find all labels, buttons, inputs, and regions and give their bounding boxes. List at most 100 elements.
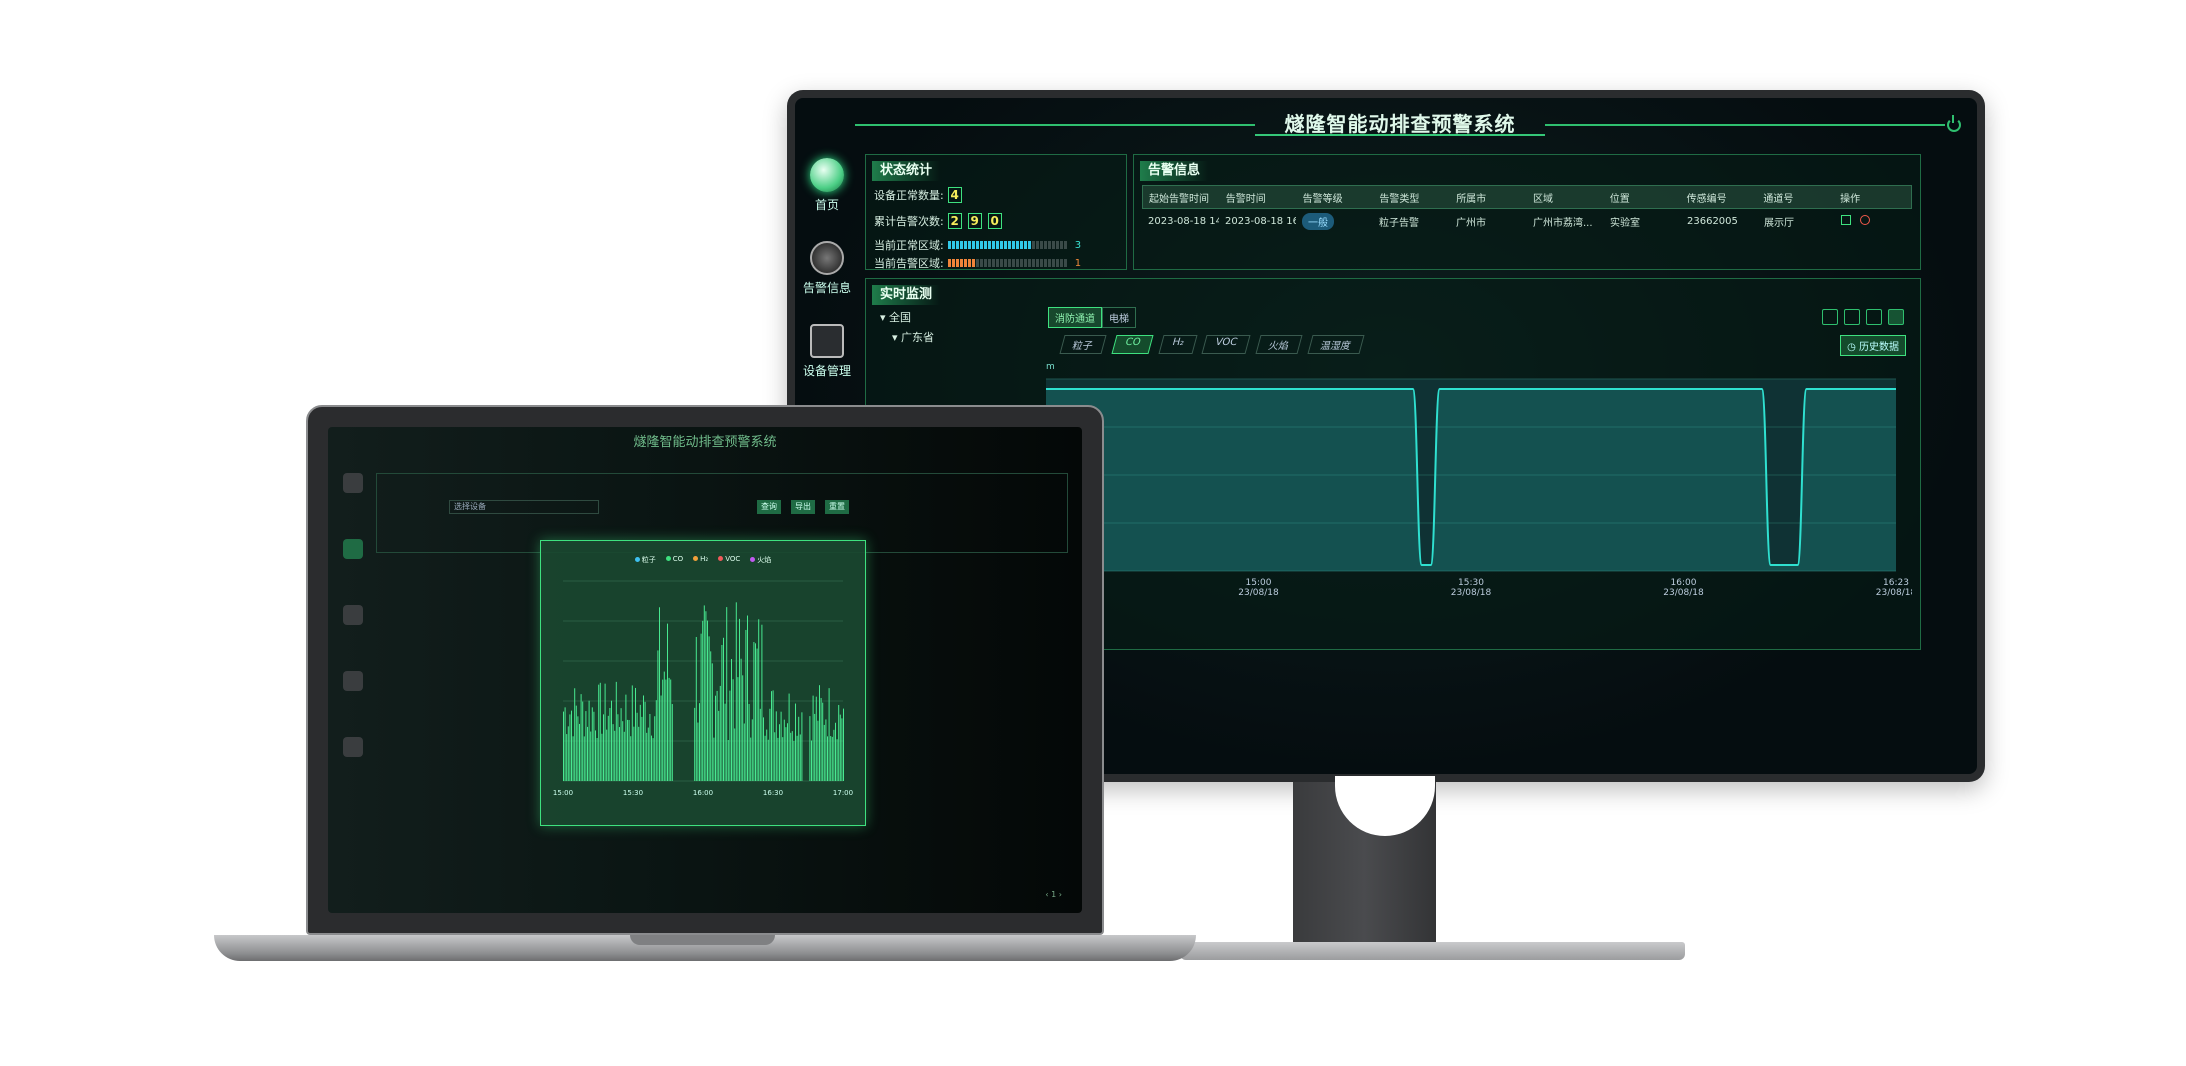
tree-node-province[interactable]: ▾ 广东省 [880, 329, 934, 345]
stat-label: 累计告警次数: [874, 215, 944, 228]
data-bar [611, 700, 612, 781]
legend-item[interactable]: VOC [718, 555, 740, 565]
data-bar [763, 717, 764, 781]
cell-location: 实验室 [1610, 217, 1640, 229]
x-tick-label: 15:30 [623, 789, 643, 797]
nav-item-alarms[interactable]: 告警信息 [795, 241, 859, 296]
x-tick-label: 16:23 [1883, 578, 1909, 588]
digit: 9 [967, 213, 982, 229]
cell-sensor: 23662005 [1687, 215, 1738, 227]
alarm-bug-icon[interactable] [1860, 214, 1871, 225]
data-bar [665, 679, 667, 781]
legend-item[interactable]: CO [665, 555, 683, 565]
laptop-nav-item[interactable] [343, 605, 363, 625]
data-bar [636, 712, 638, 781]
sensor-chip[interactable]: 温湿度 [1307, 335, 1365, 354]
laptop-search-input[interactable]: 选择设备 [449, 500, 599, 514]
cell-start: 2023-08-18 14:54:40 [1148, 215, 1219, 227]
nav-item-home[interactable]: 首页 [795, 158, 859, 213]
data-bar [708, 636, 710, 781]
data-bar [716, 690, 718, 781]
data-bar [759, 708, 761, 781]
data-bar [707, 620, 708, 781]
channel-tabs: 消防通道 电梯 [1048, 307, 1136, 328]
sensor-chip[interactable]: 粒子 [1059, 335, 1107, 354]
data-bar [619, 727, 620, 781]
data-bar [663, 671, 665, 781]
legend-item[interactable]: 粒子 [634, 555, 656, 565]
region-tree: ▾ 全国 ▾ 广东省 [880, 309, 934, 345]
data-bar [799, 734, 801, 781]
data-bar [726, 607, 728, 781]
data-bar [790, 732, 792, 781]
nav-label: 告警信息 [802, 281, 851, 295]
bar-segment [1011, 241, 1015, 249]
laptop-pagination[interactable]: ‹ 1 › [1045, 890, 1062, 899]
tab-fire-exit[interactable]: 消防通道 [1048, 307, 1102, 328]
tree-node-country[interactable]: ▾ 全国 [880, 309, 934, 325]
cell-area: 广州市荔湾... [1533, 217, 1593, 229]
laptop-query-button[interactable]: 查询 [757, 500, 781, 514]
table-icon[interactable] [1844, 309, 1860, 325]
data-bar [631, 685, 633, 781]
nav-item-devices[interactable]: 设备管理 [795, 324, 859, 379]
digit: 2 [947, 213, 962, 229]
data-bar [583, 736, 585, 781]
laptop-nav-item[interactable] [343, 671, 363, 691]
cell-type: 粒子告警 [1379, 217, 1419, 229]
data-bar [609, 707, 611, 781]
data-bar [644, 701, 646, 781]
history-data-button[interactable]: ◷ 历史数据 [1840, 335, 1906, 356]
data-bar [622, 721, 624, 781]
sensor-chip[interactable]: VOC [1201, 335, 1251, 354]
column-header: 所属市 [1456, 193, 1487, 205]
data-bar [625, 694, 627, 781]
sensor-chip[interactable]: H₂ [1158, 335, 1197, 354]
line-chart-icon[interactable] [1888, 309, 1904, 325]
bar-chart-icon[interactable] [1866, 309, 1882, 325]
data-bar [723, 637, 724, 781]
data-bar [787, 723, 788, 781]
column-header: 告警时间 [1225, 193, 1266, 205]
table-row[interactable]: 2023-08-18 14:54:40 2023-08-18 16:25:46 … [1142, 209, 1912, 233]
data-bar [774, 732, 776, 781]
laptop-export-button[interactable]: 导出 [791, 500, 815, 514]
sensor-chip[interactable]: CO [1111, 335, 1154, 354]
data-bar [702, 620, 704, 781]
bar-segment [991, 241, 995, 249]
laptop-nav-item[interactable] [343, 737, 363, 757]
data-bar [657, 650, 659, 781]
data-bar [771, 691, 772, 781]
digit: 0 [987, 213, 1002, 229]
data-bar [751, 719, 753, 781]
data-bar [699, 703, 700, 781]
laptop-reset-button[interactable]: 重置 [825, 500, 849, 514]
bar-segment [1039, 241, 1043, 249]
data-bar [591, 707, 593, 781]
data-bar [783, 719, 785, 781]
data-bar [747, 615, 748, 781]
data-bar [742, 675, 744, 781]
data-bar [796, 735, 798, 781]
sensor-chip[interactable]: 火焰 [1255, 335, 1303, 354]
bar-segment [1059, 241, 1063, 249]
laptop-nav-item[interactable] [343, 473, 363, 493]
bar-segment [1031, 259, 1035, 267]
laptop-nav-item[interactable] [343, 539, 363, 559]
print-icon[interactable] [1822, 309, 1838, 325]
data-bar [627, 719, 628, 781]
data-bar [579, 723, 580, 781]
confirm-icon[interactable] [1841, 214, 1851, 225]
x-tick-label: 16:00 [1671, 578, 1697, 588]
legend-item[interactable]: H₂ [693, 555, 708, 565]
data-bar [671, 704, 673, 781]
tab-elevator[interactable]: 电梯 [1102, 307, 1136, 328]
data-bar [574, 688, 576, 781]
history-bar-chart: 15:00 15:30 16:00 16:30 17:00 [553, 580, 853, 797]
data-bar [713, 737, 715, 781]
legend-item[interactable]: 火焰 [750, 555, 771, 565]
data-bar [652, 738, 654, 781]
power-icon[interactable] [1947, 115, 1961, 132]
data-bar [833, 729, 835, 781]
laptop-notch [630, 935, 775, 945]
